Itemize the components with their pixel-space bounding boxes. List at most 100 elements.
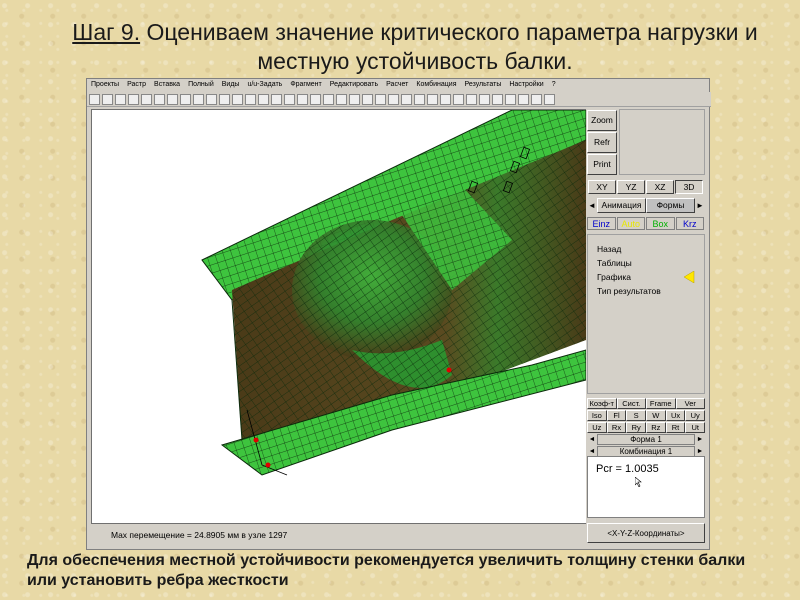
cut-icon[interactable]: [141, 93, 152, 105]
red-dot-icon[interactable]: [453, 93, 464, 105]
menu-full[interactable]: Полный: [184, 79, 218, 91]
menu-calc[interactable]: Расчет: [382, 79, 412, 91]
tab-system[interactable]: Сист.: [616, 398, 646, 409]
graph-icon[interactable]: [531, 93, 542, 105]
menu-raster[interactable]: Растр: [123, 79, 150, 91]
menu-settings[interactable]: Настройки: [505, 79, 547, 91]
comp-ry[interactable]: Ry: [626, 422, 647, 433]
component-row-2: Uz Rx Ry Rz Rt Ut: [587, 422, 706, 433]
arrow-right-icon[interactable]: ►: [695, 198, 705, 213]
axis-icon[interactable]: [440, 93, 451, 105]
check-icon[interactable]: [310, 93, 321, 105]
model-viewport[interactable]: [91, 109, 587, 524]
menu-projects[interactable]: Проекты: [87, 79, 123, 91]
zoom-button[interactable]: Zoom: [587, 110, 617, 131]
menu-help[interactable]: ?: [548, 79, 560, 91]
shape-value[interactable]: Форма 1: [597, 434, 695, 445]
paste-icon[interactable]: [167, 93, 178, 105]
view-yz-button[interactable]: YZ: [617, 180, 645, 194]
open-icon[interactable]: [102, 93, 113, 105]
tab-ver[interactable]: Ver: [675, 398, 705, 409]
results-icon[interactable]: [518, 93, 529, 105]
menu-item-graphics[interactable]: Графика: [597, 272, 631, 282]
menu-item-result-type[interactable]: Тип результатов: [597, 286, 661, 296]
shape-prev-icon[interactable]: ◄: [587, 434, 597, 445]
node-marker: [253, 437, 259, 443]
comp-rt[interactable]: Rt: [665, 422, 686, 433]
zoom-in-icon[interactable]: [349, 93, 360, 105]
comp-iso[interactable]: Iso: [587, 410, 607, 421]
view-xy-button[interactable]: XY: [588, 180, 616, 194]
menu-views[interactable]: Виды: [218, 79, 244, 91]
node-icon[interactable]: [193, 93, 204, 105]
shade-icon[interactable]: [414, 93, 425, 105]
coordinates-button[interactable]: <X-Y-Z-Координаты>: [587, 523, 705, 543]
critical-load-value: Pcr = 1.0035: [596, 463, 659, 475]
toolbar: [87, 92, 711, 107]
comp-ut[interactable]: Ut: [685, 422, 706, 433]
support-icon[interactable]: [232, 93, 243, 105]
refresh-button[interactable]: Refr: [587, 132, 617, 153]
mesh-icon[interactable]: [271, 93, 282, 105]
tab-animation[interactable]: Анимация: [597, 198, 646, 213]
table-icon[interactable]: [505, 93, 516, 105]
arrow-left-icon[interactable]: ◄: [587, 198, 597, 213]
wire-icon[interactable]: [427, 93, 438, 105]
chip-krz[interactable]: Krz: [675, 217, 704, 230]
comp-rx[interactable]: Rx: [606, 422, 627, 433]
menu-insert[interactable]: Вставка: [150, 79, 184, 91]
hinge-icon[interactable]: [258, 93, 269, 105]
beam-icon[interactable]: [206, 93, 217, 105]
comp-ux[interactable]: Ux: [665, 410, 686, 421]
save-icon[interactable]: [115, 93, 126, 105]
chip-einz[interactable]: Einz: [587, 217, 616, 230]
load-icon[interactable]: [245, 93, 256, 105]
tab-frame[interactable]: Frame: [646, 398, 676, 409]
zoom-out-icon[interactable]: [362, 93, 373, 105]
max-displacement: Max перемещение = 24.8905 мм в узле 1297: [111, 530, 288, 540]
display-mode-chips: Einz Auto Box Krz: [587, 217, 705, 230]
filter-icon[interactable]: [492, 93, 503, 105]
menu-combination[interactable]: Комбинация: [412, 79, 460, 91]
section-icon[interactable]: [479, 93, 490, 105]
chip-box[interactable]: Box: [646, 217, 675, 230]
comp-w[interactable]: W: [646, 410, 666, 421]
zoom-all-icon[interactable]: [388, 93, 399, 105]
tools-icon[interactable]: [544, 93, 555, 105]
comp-rz[interactable]: Rz: [646, 422, 666, 433]
menu-fragment[interactable]: Фрагмент: [286, 79, 325, 91]
comp-fl[interactable]: Fl: [606, 410, 627, 421]
view-xz-button[interactable]: XZ: [646, 180, 674, 194]
pan-icon[interactable]: [336, 93, 347, 105]
grid-icon[interactable]: [180, 93, 191, 105]
shape-next-icon[interactable]: ►: [695, 434, 705, 445]
tab-coef[interactable]: Коэф-т: [587, 398, 617, 409]
recommendation-note: Для обеспечения местной устойчивости рек…: [27, 552, 746, 589]
print-icon[interactable]: [128, 93, 139, 105]
select-icon[interactable]: [323, 93, 334, 105]
comp-uz[interactable]: Uz: [587, 422, 607, 433]
comp-s[interactable]: S: [626, 410, 647, 421]
copy-icon[interactable]: [154, 93, 165, 105]
shape-selector: ◄ Форма 1 ►: [587, 434, 705, 445]
print-button[interactable]: Print: [587, 154, 617, 175]
new-icon[interactable]: [89, 93, 100, 105]
menu-set[interactable]: u/u-Задать: [243, 79, 286, 91]
tab-shapes[interactable]: Формы: [646, 198, 695, 213]
menu-item-back[interactable]: Назад: [597, 244, 621, 254]
plate-icon[interactable]: [219, 93, 230, 105]
number-icon[interactable]: [284, 93, 295, 105]
menu-item-tables[interactable]: Таблицы: [597, 258, 632, 268]
measure-icon[interactable]: [466, 93, 477, 105]
comp-uy[interactable]: Uy: [685, 410, 706, 421]
rotate-icon[interactable]: [401, 93, 412, 105]
view-3d-button[interactable]: 3D: [675, 180, 703, 194]
chip-auto[interactable]: Auto: [616, 217, 645, 230]
zoom-window-icon[interactable]: [375, 93, 386, 105]
node-marker: [446, 367, 452, 373]
menubar: Проекты Растр Вставка Полный Виды u/u-За…: [87, 79, 709, 91]
menu-results[interactable]: Результаты: [460, 79, 505, 91]
statusbar: Max перемещение = 24.8905 мм в узле 1297: [91, 525, 585, 545]
menu-edit[interactable]: Редактировать: [326, 79, 382, 91]
bulb-icon[interactable]: [297, 93, 308, 105]
